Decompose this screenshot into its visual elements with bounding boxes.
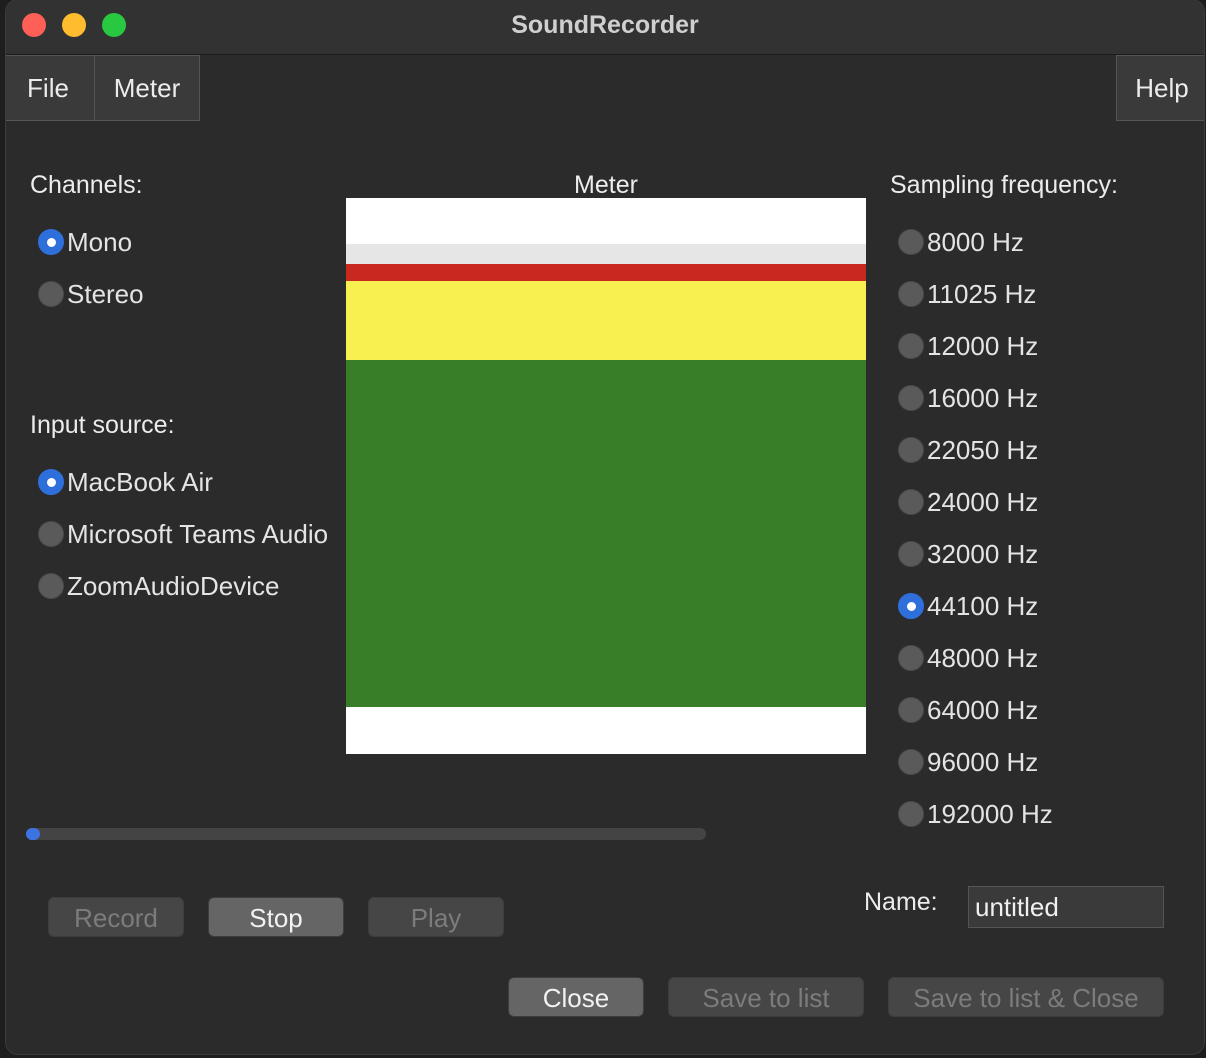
radio-sampling-44100-hz[interactable]: 44100 Hz (898, 591, 1038, 621)
radio-label: 8000 Hz (927, 226, 1024, 257)
radio-input-zoomaudiodevice[interactable]: ZoomAudioDevice (38, 571, 279, 601)
stop-button[interactable]: Stop (208, 897, 344, 937)
radio-sampling-192000-hz[interactable]: 192000 Hz (898, 799, 1053, 829)
name-input[interactable] (968, 886, 1164, 928)
radio-input-macbook-air[interactable]: MacBook Air (38, 467, 213, 497)
radio-sampling-12000-hz[interactable]: 12000 Hz (898, 331, 1038, 361)
meter-green-band (346, 360, 866, 707)
radio-label: Mono (67, 226, 133, 257)
radio-label: 11025 Hz (927, 278, 1037, 309)
meter-light-band (346, 244, 866, 264)
radio-indicator (38, 469, 64, 495)
radio-indicator (898, 801, 924, 827)
radio-sampling-11025-hz[interactable]: 11025 Hz (898, 279, 1036, 309)
radio-indicator (898, 281, 924, 307)
radio-sampling-16000-hz[interactable]: 16000 Hz (898, 383, 1038, 413)
radio-sampling-8000-hz[interactable]: 8000 Hz (898, 227, 1024, 257)
radio-channel-stereo[interactable]: Stereo (38, 279, 144, 309)
radio-label: 44100 Hz (927, 590, 1039, 621)
radio-indicator (898, 489, 924, 515)
menu-meter[interactable]: Meter (94, 55, 200, 121)
radio-label: Stereo (67, 278, 144, 309)
radio-indicator (38, 521, 64, 547)
meter-label: Meter (574, 171, 638, 199)
save-to-list-and-close-button[interactable]: Save to list & Close (888, 977, 1164, 1017)
window-title: SoundRecorder (511, 11, 699, 39)
radio-sampling-24000-hz[interactable]: 24000 Hz (898, 487, 1038, 517)
title-bar: SoundRecorder (6, 0, 1204, 55)
radio-channel-mono[interactable]: Mono (38, 227, 132, 257)
menu-file[interactable]: File (6, 55, 96, 121)
input-source-label: Input source: (30, 411, 175, 439)
radio-label: 24000 Hz (927, 486, 1039, 517)
radio-indicator (898, 229, 924, 255)
level-meter (346, 198, 866, 754)
radio-label: 12000 Hz (927, 330, 1039, 361)
radio-label: 64000 Hz (927, 694, 1039, 725)
radio-indicator (898, 645, 924, 671)
radio-label: 96000 Hz (927, 746, 1039, 777)
channels-label: Channels: (30, 171, 143, 199)
radio-indicator (898, 385, 924, 411)
radio-label: MacBook Air (67, 466, 213, 497)
radio-sampling-96000-hz[interactable]: 96000 Hz (898, 747, 1038, 777)
radio-label: 48000 Hz (927, 642, 1039, 673)
menu-help[interactable]: Help (1116, 55, 1204, 121)
radio-sampling-64000-hz[interactable]: 64000 Hz (898, 695, 1038, 725)
meter-red-band (346, 264, 866, 281)
radio-sampling-48000-hz[interactable]: 48000 Hz (898, 643, 1038, 673)
radio-indicator (38, 573, 64, 599)
close-button[interactable]: Close (508, 977, 644, 1017)
record-button[interactable]: Record (48, 897, 184, 937)
recording-progress-bar (26, 828, 706, 840)
radio-input-microsoft-teams-audio[interactable]: Microsoft Teams Audio (38, 519, 328, 549)
meter-yellow-band (346, 281, 866, 360)
sound-recorder-window: SoundRecorder File Meter Help Channels: … (6, 0, 1204, 1054)
radio-label: Microsoft Teams Audio (67, 518, 329, 549)
radio-label: 192000 Hz (927, 798, 1053, 829)
radio-indicator (898, 437, 924, 463)
radio-indicator (38, 229, 64, 255)
radio-indicator (898, 749, 924, 775)
radio-label: 32000 Hz (927, 538, 1039, 569)
radio-indicator (898, 541, 924, 567)
radio-indicator (898, 333, 924, 359)
radio-indicator (898, 593, 924, 619)
radio-label: ZoomAudioDevice (67, 570, 280, 601)
radio-sampling-22050-hz[interactable]: 22050 Hz (898, 435, 1038, 465)
name-label: Name: (864, 888, 938, 916)
radio-sampling-32000-hz[interactable]: 32000 Hz (898, 539, 1038, 569)
save-to-list-button[interactable]: Save to list (668, 977, 864, 1017)
progress-fill (26, 828, 40, 840)
radio-indicator (898, 697, 924, 723)
sampling-frequency-label: Sampling frequency: (890, 171, 1118, 199)
radio-label: 16000 Hz (927, 382, 1039, 413)
radio-indicator (38, 281, 64, 307)
radio-label: 22050 Hz (927, 434, 1039, 465)
play-button[interactable]: Play (368, 897, 504, 937)
